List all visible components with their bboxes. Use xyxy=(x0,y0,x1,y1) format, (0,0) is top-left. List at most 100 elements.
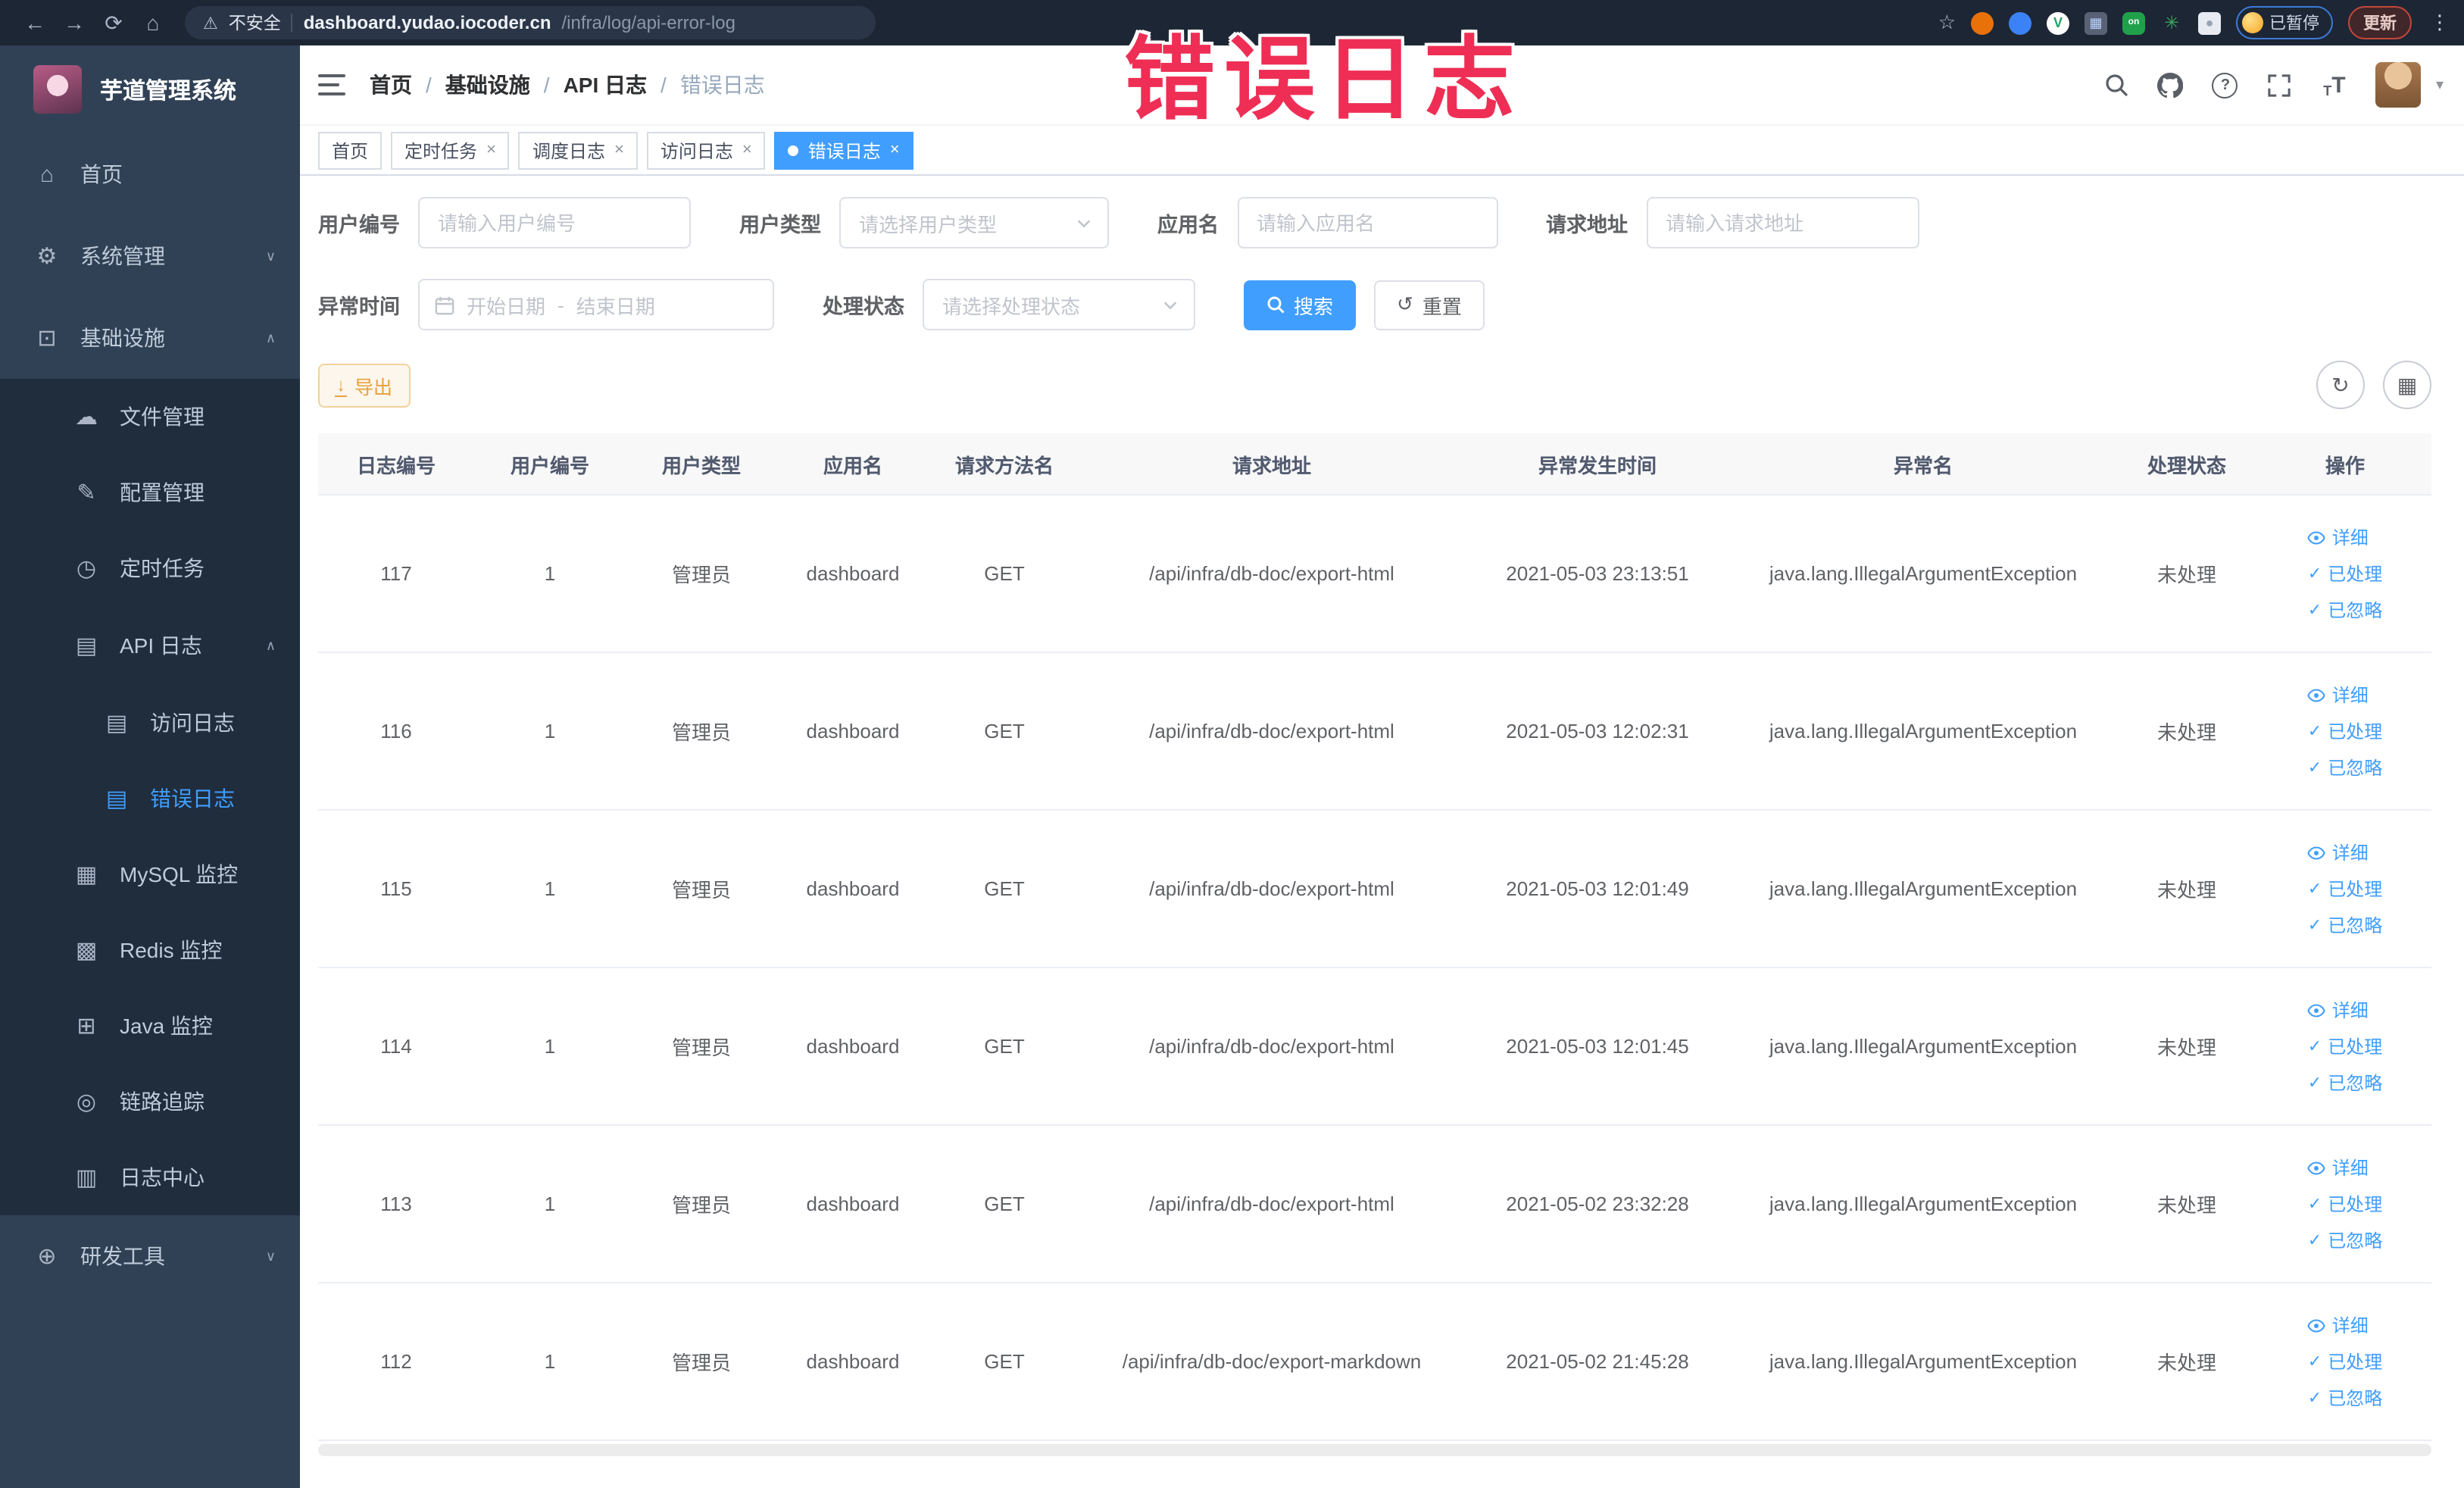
processed-link[interactable]: ✓ 已处理 xyxy=(2308,1033,2382,1059)
action-label: 已处理 xyxy=(2328,1194,2383,1215)
check-icon: ✓ xyxy=(2307,1390,2322,1408)
cell-method: GET xyxy=(929,1125,1080,1283)
extension-icon[interactable]: ● xyxy=(2198,11,2221,34)
chevron-up-icon: ∧ xyxy=(265,637,276,652)
column-settings-button[interactable]: ▦ xyxy=(2383,361,2431,409)
close-icon[interactable]: × xyxy=(486,141,496,159)
app-logo[interactable]: 芋道管理系统 xyxy=(0,45,300,133)
close-icon[interactable]: × xyxy=(742,141,752,159)
cell-exception: java.lang.IllegalArgumentException xyxy=(1732,1125,2115,1283)
font-size-icon[interactable]: TT xyxy=(2321,71,2348,98)
fullscreen-icon[interactable] xyxy=(2266,71,2294,98)
sidebar-item-mysql-monitor[interactable]: ▦ MySQL 监控 xyxy=(0,836,300,912)
close-icon[interactable]: × xyxy=(890,141,900,159)
browser-menu-icon[interactable]: ⋮ xyxy=(2430,11,2450,35)
view-icon xyxy=(2308,1003,2326,1017)
detail-link[interactable]: 详细 xyxy=(2308,1312,2369,1338)
processed-link[interactable]: ✓ 已处理 xyxy=(2308,1191,2382,1217)
search-button[interactable]: 搜索 xyxy=(1244,280,1357,330)
processed-link[interactable]: ✓ 已处理 xyxy=(2308,876,2382,902)
sidebar-item-system-management[interactable]: ⚙ 系统管理 ∨ xyxy=(0,215,300,297)
github-icon[interactable] xyxy=(2157,71,2184,98)
detail-link[interactable]: 详细 xyxy=(2308,682,2369,708)
detail-link[interactable]: 详细 xyxy=(2308,524,2369,550)
action-label: 已忽略 xyxy=(2328,600,2383,621)
action-label: 详细 xyxy=(2331,1315,2369,1336)
sidebar-item-log-center[interactable]: ▥ 日志中心 xyxy=(0,1139,300,1215)
close-icon[interactable]: × xyxy=(614,141,624,159)
ignored-link[interactable]: ✓ 已忽略 xyxy=(2308,912,2382,938)
reset-button[interactable]: ↺ 重置 xyxy=(1374,280,1485,330)
forward-icon[interactable]: → xyxy=(55,11,94,35)
status-select[interactable]: 请选择处理状态 xyxy=(923,279,1195,330)
breadcrumb-separator: / xyxy=(661,73,667,97)
detail-link[interactable]: 详细 xyxy=(2308,1155,2369,1180)
search-icon[interactable] xyxy=(2103,71,2130,98)
sidebar-collapse-icon[interactable] xyxy=(318,74,345,95)
ignored-link[interactable]: ✓ 已忽略 xyxy=(2308,1227,2382,1253)
back-icon[interactable]: ← xyxy=(15,11,55,35)
security-label[interactable]: 不安全 xyxy=(229,11,281,35)
reload-icon[interactable]: ⟳ xyxy=(94,10,133,36)
cell-exception: java.lang.IllegalArgumentException xyxy=(1732,652,2115,811)
bookmark-star-icon[interactable]: ☆ xyxy=(1938,11,1956,35)
ignored-link[interactable]: ✓ 已忽略 xyxy=(2308,597,2382,623)
request-url-input[interactable] xyxy=(1646,197,1919,249)
tab-access-logs[interactable]: 访问日志 × xyxy=(646,131,766,169)
processed-link[interactable]: ✓ 已处理 xyxy=(2308,1349,2382,1374)
java-monitor-icon: ⊞ xyxy=(77,1014,96,1039)
tab-home[interactable]: 首页 xyxy=(318,131,383,169)
chevron-up-icon: ∧ xyxy=(265,330,276,345)
sidebar-item-error-logs[interactable]: ▤ 错误日志 xyxy=(0,761,300,836)
extension-icon[interactable]: on xyxy=(2122,11,2145,34)
sidebar-item-file-management[interactable]: ☁ 文件管理 xyxy=(0,379,300,455)
tab-scheduled-tasks[interactable]: 定时任务 × xyxy=(391,131,510,169)
browser-update-button[interactable]: 更新 xyxy=(2348,6,2412,39)
help-icon[interactable]: ? xyxy=(2212,71,2239,98)
export-button[interactable]: ↓ 导出 xyxy=(318,363,411,407)
ignored-link[interactable]: ✓ 已忽略 xyxy=(2308,1070,2382,1096)
user-id-input[interactable] xyxy=(418,197,691,249)
sidebar-item-infrastructure[interactable]: ⊡ 基础设施 ∧ xyxy=(0,297,300,379)
home-icon[interactable]: ⌂ xyxy=(133,11,173,35)
processed-link[interactable]: ✓ 已处理 xyxy=(2308,718,2382,744)
detail-link[interactable]: 详细 xyxy=(2308,839,2369,865)
breadcrumb-item[interactable]: 基础设施 xyxy=(445,70,530,100)
app-name-input[interactable] xyxy=(1237,197,1497,249)
extension-icon[interactable] xyxy=(2009,11,2031,34)
browser-toolbar: ← → ⟳ ⌂ ⚠ 不安全 dashboard.yudao.iocoder.cn… xyxy=(0,0,2464,45)
extension-icon[interactable]: V xyxy=(2047,11,2069,34)
sidebar-item-api-logs[interactable]: ▤ API 日志 ∧ xyxy=(0,606,300,685)
extension-icon[interactable]: ✳ xyxy=(2160,11,2183,34)
ignored-link[interactable]: ✓ 已忽略 xyxy=(2308,1385,2382,1411)
processed-link[interactable]: ✓ 已处理 xyxy=(2308,561,2382,586)
avatar-caret-icon[interactable]: ▾ xyxy=(2436,77,2444,93)
tab-error-logs[interactable]: 错误日志 × xyxy=(774,131,913,169)
sidebar-item-home[interactable]: ⌂ 首页 xyxy=(0,133,300,215)
filter-row-2: 异常时间 开始日期 - 结束日期 处理状态 请选择处理状态 搜索 ↺ 重置 xyxy=(318,279,2431,330)
sidebar-item-access-logs[interactable]: ▤ 访问日志 xyxy=(0,685,300,761)
sidebar-item-dev-tools[interactable]: ⊕ 研发工具 ∨ xyxy=(0,1215,300,1297)
horizontal-scrollbar[interactable] xyxy=(318,1444,2431,1456)
cell-id: 116 xyxy=(318,652,474,811)
extension-icon[interactable]: ▦ xyxy=(2085,11,2107,34)
breadcrumb-item[interactable]: 首页 xyxy=(370,70,412,100)
extension-icon[interactable] xyxy=(1971,11,1994,34)
address-bar[interactable]: ⚠ 不安全 dashboard.yudao.iocoder.cn/infra/l… xyxy=(185,6,876,39)
sidebar-item-redis-monitor[interactable]: ▩ Redis 监控 xyxy=(0,912,300,988)
sidebar-item-trace[interactable]: ◎ 链路追踪 xyxy=(0,1064,300,1139)
cell-exception: java.lang.IllegalArgumentException xyxy=(1732,1283,2115,1441)
tab-schedule-logs[interactable]: 调度日志 × xyxy=(518,131,638,169)
profile-paused-badge[interactable]: 已暂停 xyxy=(2236,6,2333,39)
timer-icon: ◷ xyxy=(76,556,97,582)
sidebar-item-config-management[interactable]: ✎ 配置管理 xyxy=(0,455,300,530)
sidebar-item-scheduled-tasks[interactable]: ◷ 定时任务 xyxy=(0,530,300,606)
ignored-link[interactable]: ✓ 已忽略 xyxy=(2308,755,2382,780)
detail-link[interactable]: 详细 xyxy=(2308,997,2369,1023)
user-avatar[interactable] xyxy=(2375,62,2421,108)
sidebar-item-java-monitor[interactable]: ⊞ Java 监控 xyxy=(0,988,300,1064)
breadcrumb-item[interactable]: API 日志 xyxy=(564,70,647,100)
date-range-picker[interactable]: 开始日期 - 结束日期 xyxy=(418,279,774,330)
user-type-select[interactable]: 请选择用户类型 xyxy=(839,197,1109,249)
refresh-button[interactable]: ↻ xyxy=(2316,361,2365,409)
